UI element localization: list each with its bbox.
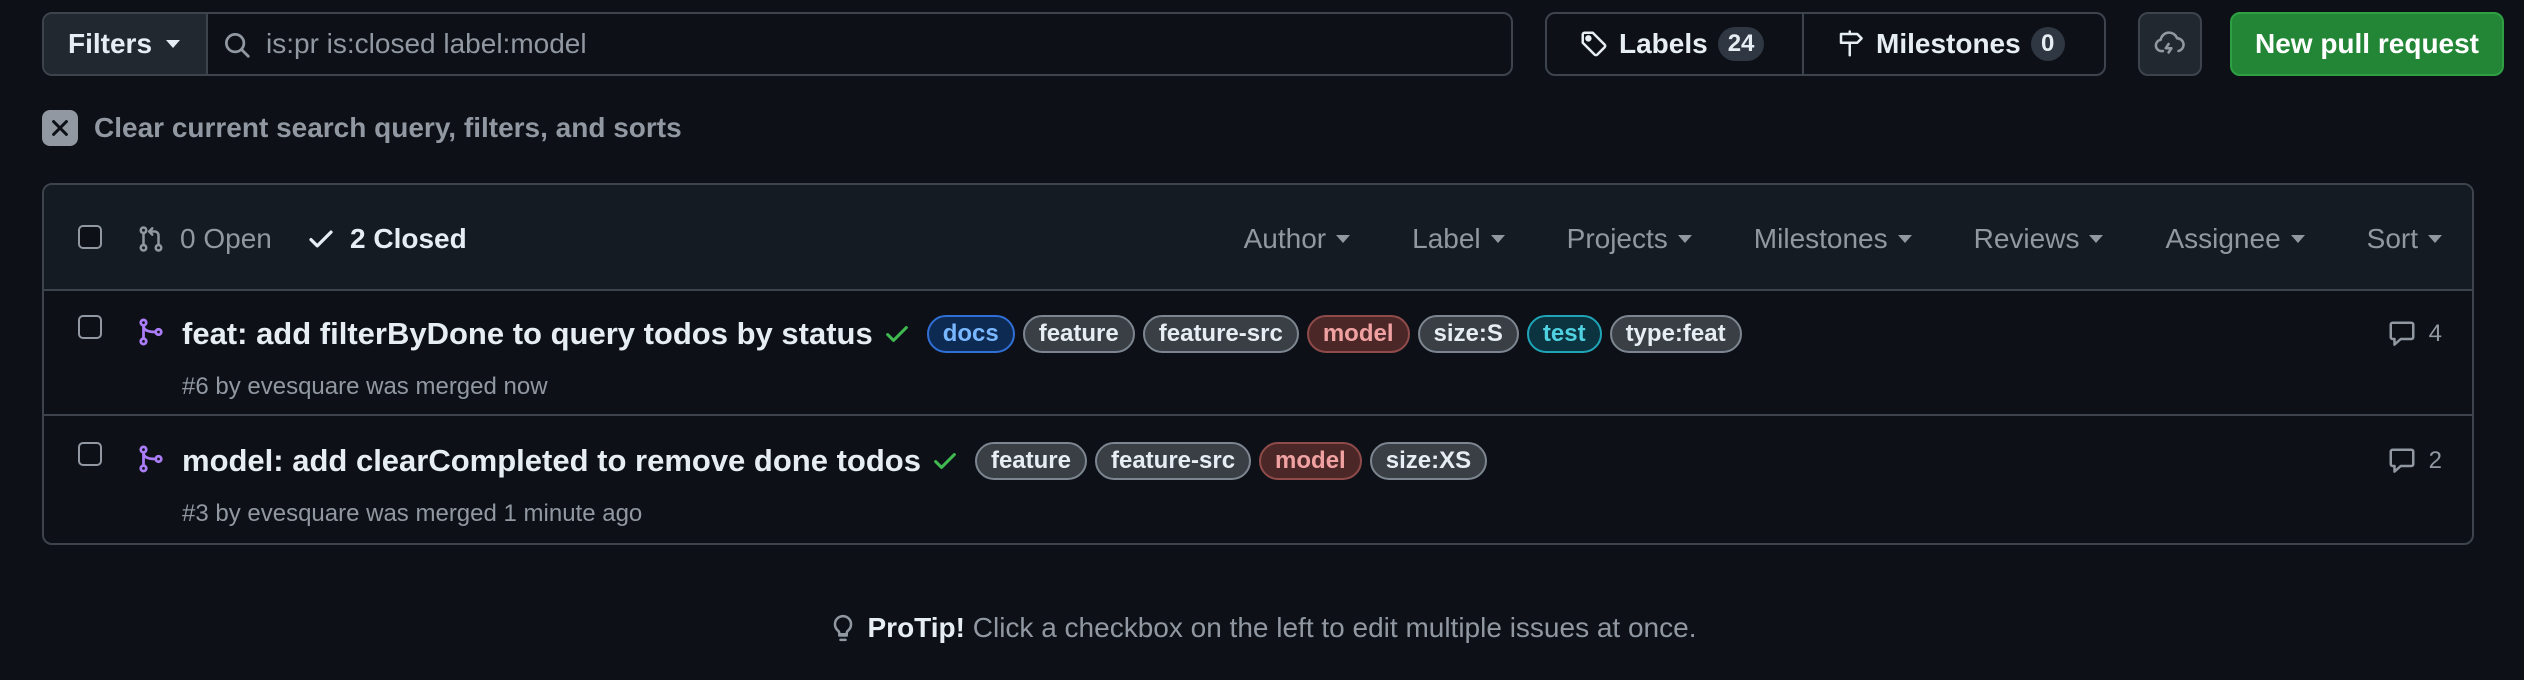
clear-query-link[interactable]: Clear current search query, filters, and…	[42, 110, 682, 146]
labels-milestones-group: Labels 24 Milestones 0	[1545, 12, 2106, 76]
git-pull-request-icon	[136, 224, 166, 254]
label-filter-label: Label	[1412, 223, 1481, 254]
label-test[interactable]: test	[1526, 315, 1602, 353]
author-filter[interactable]: Author	[1244, 223, 1351, 255]
checks-passed-icon[interactable]	[883, 320, 911, 348]
labels-count-badge: 24	[1717, 27, 1765, 61]
chevron-down-icon	[1490, 235, 1505, 243]
comment-count: 4	[2428, 320, 2442, 347]
comments-link[interactable]: 4	[2387, 319, 2442, 349]
row-checkbox[interactable]	[78, 442, 102, 466]
projects-filter[interactable]: Projects	[1567, 223, 1692, 255]
labels-label: Labels	[1619, 28, 1708, 59]
protip-lead: ProTip!	[867, 612, 965, 643]
pr-meta: #6 by evesquare was merged now	[182, 373, 548, 400]
label-feature-src[interactable]: feature-src	[1094, 442, 1252, 480]
select-all-checkbox[interactable]	[78, 225, 102, 249]
sort-filter-label: Sort	[2366, 223, 2418, 254]
comments-link[interactable]: 2	[2387, 446, 2442, 476]
list-filter-menus: Author Label Projects Milestones Reviews…	[1244, 221, 2442, 257]
chevron-down-icon	[1897, 235, 1912, 243]
list-header: 0 Open 2 Closed Author Label Projects Mi…	[44, 185, 2472, 291]
table-row: model: add clearCompleted to remove done…	[44, 418, 2472, 543]
milestones-count-badge: 0	[2030, 27, 2065, 61]
row-checkbox[interactable]	[78, 315, 102, 339]
label-model[interactable]: model	[1259, 442, 1362, 480]
chevron-down-icon	[2290, 235, 2305, 243]
pr-title-link[interactable]: model: add clearCompleted to remove done…	[182, 443, 921, 479]
comment-count: 2	[2428, 447, 2442, 474]
cloud-sync-button[interactable]	[2138, 12, 2202, 76]
chevron-down-icon	[1677, 235, 1692, 243]
pr-title-link[interactable]: feat: add filterByDone to query todos by…	[182, 316, 873, 352]
label-feature[interactable]: feature	[974, 442, 1087, 480]
toolbar: Filters Labels 24	[42, 12, 2504, 76]
open-count: 0 Open	[180, 223, 272, 254]
chevron-down-icon	[2089, 235, 2104, 243]
closed-filter-tab[interactable]: 2 Closed	[306, 223, 467, 255]
label-size-s[interactable]: size:S	[1417, 315, 1519, 353]
labels-button[interactable]: Labels 24	[1547, 14, 1804, 74]
filters-label: Filters	[68, 28, 153, 59]
open-filter-tab[interactable]: 0 Open	[136, 223, 272, 255]
lightbulb-icon	[828, 613, 858, 643]
label-docs[interactable]: docs	[926, 315, 1015, 353]
protip-body: Click a checkbox on the left to edit mul…	[964, 612, 1697, 643]
search-input[interactable]	[266, 14, 1466, 74]
search-bar: Filters	[42, 12, 1513, 76]
chevron-down-icon	[166, 40, 181, 48]
sort-filter[interactable]: Sort	[2367, 223, 2442, 255]
table-row: feat: add filterByDone to query todos by…	[44, 291, 2472, 416]
label-size-xs[interactable]: size:XS	[1369, 442, 1488, 480]
pr-meta: #3 by evesquare was merged 1 minute ago	[182, 500, 643, 527]
pull-request-list: 0 Open 2 Closed Author Label Projects Mi…	[42, 183, 2474, 545]
close-icon	[42, 110, 78, 146]
pr-title-line: feat: add filterByDone to query todos by…	[182, 315, 1742, 353]
chevron-down-icon	[1336, 235, 1351, 243]
checks-passed-icon[interactable]	[931, 447, 959, 475]
author-filter-label: Author	[1243, 223, 1327, 254]
milestone-icon	[1836, 29, 1866, 59]
new-pull-request-button[interactable]: New pull request	[2230, 12, 2504, 76]
check-icon	[306, 224, 336, 254]
comment-icon	[2387, 319, 2417, 349]
label-filter[interactable]: Label	[1412, 223, 1505, 255]
label-model[interactable]: model	[1306, 315, 1410, 353]
protip-text: ProTip! Click a checkbox on the left to …	[868, 612, 1697, 644]
label-feature-src[interactable]: feature-src	[1142, 315, 1299, 353]
tag-icon	[1579, 29, 1609, 59]
milestones-button[interactable]: Milestones 0	[1804, 14, 2089, 74]
milestones-filter[interactable]: Milestones	[1754, 223, 1912, 255]
filters-button[interactable]: Filters	[44, 14, 208, 74]
reviews-filter-label: Reviews	[1973, 223, 2080, 254]
projects-filter-label: Projects	[1566, 223, 1668, 254]
protip: ProTip! Click a checkbox on the left to …	[0, 612, 2524, 644]
milestones-filter-label: Milestones	[1753, 223, 1888, 254]
label-type-feat[interactable]: type:feat	[1609, 315, 1742, 353]
comment-icon	[2387, 446, 2417, 476]
assignee-filter-label: Assignee	[2165, 223, 2281, 254]
closed-count: 2 Closed	[350, 223, 467, 254]
milestones-label: Milestones	[1876, 28, 2021, 59]
pr-title-line: model: add clearCompleted to remove done…	[182, 442, 1488, 480]
clear-query-label: Clear current search query, filters, and…	[94, 112, 682, 143]
reviews-filter[interactable]: Reviews	[1974, 223, 2104, 255]
cloud-icon	[2153, 27, 2187, 61]
git-merge-icon	[136, 444, 166, 474]
label-feature[interactable]: feature	[1022, 315, 1135, 353]
search-icon	[222, 30, 252, 60]
git-merge-icon	[136, 317, 166, 347]
assignee-filter[interactable]: Assignee	[2165, 223, 2305, 255]
chevron-down-icon	[2428, 235, 2442, 243]
